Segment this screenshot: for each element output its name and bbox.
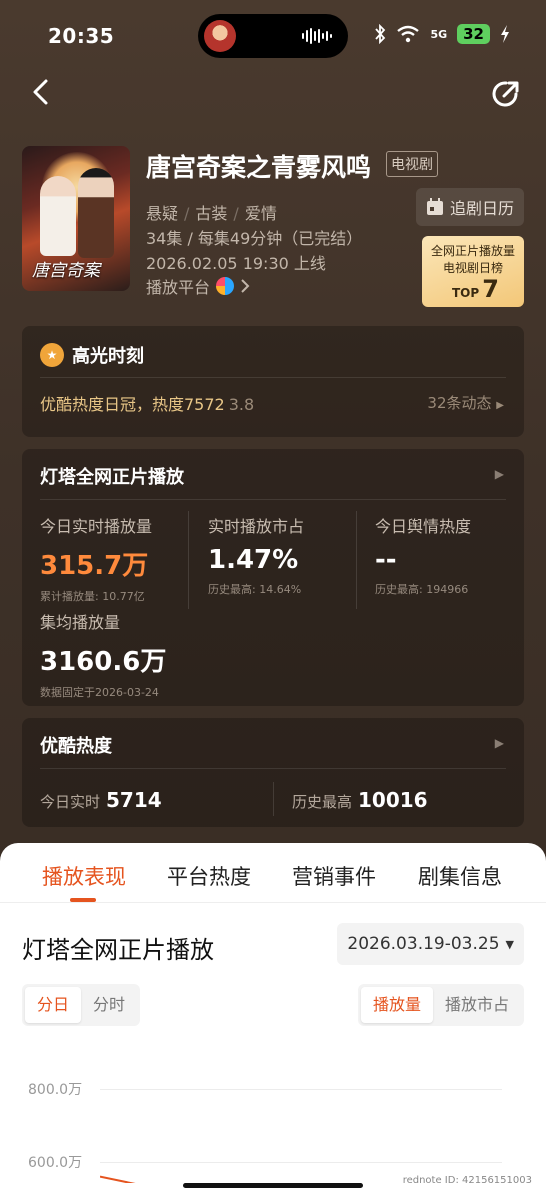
triangle-right-icon[interactable]: ▶ [495, 736, 504, 750]
highlight-more-label: 32条动态 [427, 394, 492, 412]
market-share-high: 历史最高: 14.64% [208, 583, 302, 596]
youku-today-label: 今日实时 [40, 793, 101, 811]
today-plays-stat: 今日实时播放量 315.7万 累计播放量: 10.77亿 [40, 513, 152, 604]
type-badge: 电视剧 [386, 151, 438, 177]
highlight-card[interactable]: ★ 高光时刻 优酷热度日冠，热度7572 3.8 32条动态 ▶ [22, 326, 524, 437]
rank-line1: 全网正片播放量 [430, 244, 515, 258]
share-icon[interactable] [490, 78, 522, 110]
tab-platform-heat[interactable]: 平台热度 [167, 861, 251, 891]
genre-tag: 古装 [195, 204, 228, 223]
opinion-heat-label: 今日舆情热度 [375, 517, 472, 536]
dynamic-island[interactable] [198, 14, 348, 58]
metric-toggle: 播放量 播放市占 [357, 984, 524, 1026]
grid-line [100, 1089, 502, 1090]
dengta-title: 灯塔全网正片播放 [40, 467, 184, 488]
today-plays-label: 今日实时播放量 [40, 517, 153, 536]
granularity-toggle: 分日 分时 [22, 984, 141, 1026]
triangle-right-icon[interactable]: ▶ [495, 467, 504, 481]
opinion-heat-value: -- [375, 545, 397, 575]
watermark: rednote ID: 42156151003 [402, 1175, 532, 1186]
highlight-more-link[interactable]: 32条动态 ▶ [427, 392, 504, 413]
audio-wave-icon [302, 28, 332, 44]
dropdown-triangle-icon: ▼ [505, 937, 514, 951]
line-chart [100, 1175, 136, 1183]
active-tab-indicator [70, 898, 96, 902]
genre-tag: 悬疑 [146, 204, 179, 223]
youku-high: 历史最高 10016 [292, 788, 428, 812]
bottom-sheet: 播放表现 平台热度 营销事件 剧集信息 灯塔全网正片播放 2026.03.19-… [0, 843, 546, 1200]
platform-label: 播放平台 [146, 278, 211, 297]
metric-share[interactable]: 播放市占 [433, 987, 521, 1023]
granularity-hourly[interactable]: 分时 [81, 987, 137, 1023]
home-indicator [183, 1183, 363, 1188]
back-icon[interactable] [28, 78, 56, 106]
youku-high-label: 历史最高 [292, 793, 353, 811]
highlight-text-row: 优酷热度日冠，热度7572 3.8 [40, 391, 254, 415]
opinion-heat-stat: 今日舆情热度 -- 历史最高: 194966 [375, 513, 471, 597]
calendar-button[interactable]: 追剧日历 [415, 188, 524, 226]
highlight-icon: ★ [40, 343, 64, 367]
bluetooth-icon [375, 24, 386, 44]
youku-today-value: 5714 [106, 788, 162, 812]
granularity-daily[interactable]: 分日 [25, 987, 82, 1023]
date-range-select[interactable]: 2026.03.19-03.25 ▼ [337, 923, 524, 965]
show-title: 唐宫奇案之青雾风鸣 [146, 153, 372, 182]
battery-icon: 32 [457, 24, 490, 44]
poster-title-text: 唐宫奇案 [32, 261, 100, 281]
cumulative-plays: 累计播放量: 10.77亿 [40, 590, 145, 603]
genre-tag: 爱情 [244, 204, 277, 223]
triangle-right-icon: ▶ [496, 400, 504, 411]
rank-number: 7 [482, 275, 499, 303]
youku-high-value: 10016 [358, 788, 428, 812]
rank-prefix: TOP [452, 286, 480, 300]
today-plays-value: 315.7万 [40, 551, 149, 581]
metric-plays[interactable]: 播放量 [360, 987, 433, 1023]
calendar-icon [426, 198, 443, 215]
dengta-card[interactable]: 灯塔全网正片播放 ▶ 今日实时播放量 315.7万 累计播放量: 10.77亿 … [22, 449, 524, 706]
market-share-value: 1.47% [208, 545, 299, 575]
highlight-title: 高光时刻 [72, 346, 144, 367]
date-range-value: 2026.03.19-03.25 [347, 934, 500, 954]
wifi-icon [397, 25, 420, 43]
y-tick-label: 600.0万 [28, 1155, 83, 1171]
episodes-info: 34集 / 每集49分钟（已完结） [146, 229, 363, 248]
y-tick-label: 800.0万 [28, 1082, 83, 1098]
sheet-tabs: 播放表现 平台热度 营销事件 剧集信息 [0, 843, 546, 903]
show-poster[interactable]: 唐宫奇案 [22, 146, 130, 291]
charging-icon [501, 25, 509, 43]
tab-episode-info[interactable]: 剧集信息 [418, 861, 502, 891]
avg-plays-stat: 集均播放量 3160.6万 数据固定于2026-03-24 [40, 609, 166, 700]
platform-row[interactable]: 播放平台 [146, 274, 250, 298]
highlight-score: 3.8 [228, 395, 255, 414]
avg-plays-label: 集均播放量 [40, 613, 121, 632]
avg-plays-value: 3160.6万 [40, 647, 167, 677]
youku-today: 今日实时 5714 [40, 788, 162, 812]
tab-play-performance[interactable]: 播放表现 [42, 861, 126, 891]
status-bar: 20:35 5G 32 [0, 0, 546, 72]
genre-tags: 悬疑 / 古装 / 爱情 [146, 204, 277, 223]
youku-heat-card[interactable]: 优酷热度 ▶ 今日实时 5714 历史最高 10016 [22, 718, 524, 827]
avg-plays-note: 数据固定于2026-03-24 [40, 686, 159, 699]
youku-logo-icon [216, 277, 235, 295]
chevron-right-icon [241, 279, 250, 293]
island-avatar [204, 20, 236, 52]
section-title: 灯塔全网正片播放 [22, 936, 214, 964]
rank-badge[interactable]: 全网正片播放量 电视剧日榜 TOP 7 [422, 236, 524, 307]
status-icons: 5G 32 [374, 24, 510, 44]
cellular-5g-icon: 5G [430, 27, 448, 41]
youku-heat-title: 优酷热度 [40, 736, 112, 757]
status-time: 20:35 [48, 24, 115, 48]
tab-marketing-events[interactable]: 营销事件 [292, 861, 376, 891]
market-share-stat: 实时播放市占 1.47% 历史最高: 14.64% [208, 513, 304, 597]
highlight-text: 优酷热度日冠，热度7572 [40, 395, 225, 414]
release-time: 2026.02.05 19:30 上线 [146, 254, 326, 273]
opinion-heat-high: 历史最高: 194966 [375, 583, 469, 596]
market-share-label: 实时播放市占 [208, 517, 305, 536]
calendar-button-label: 追剧日历 [449, 199, 514, 218]
rank-line2: 电视剧日榜 [442, 261, 503, 275]
